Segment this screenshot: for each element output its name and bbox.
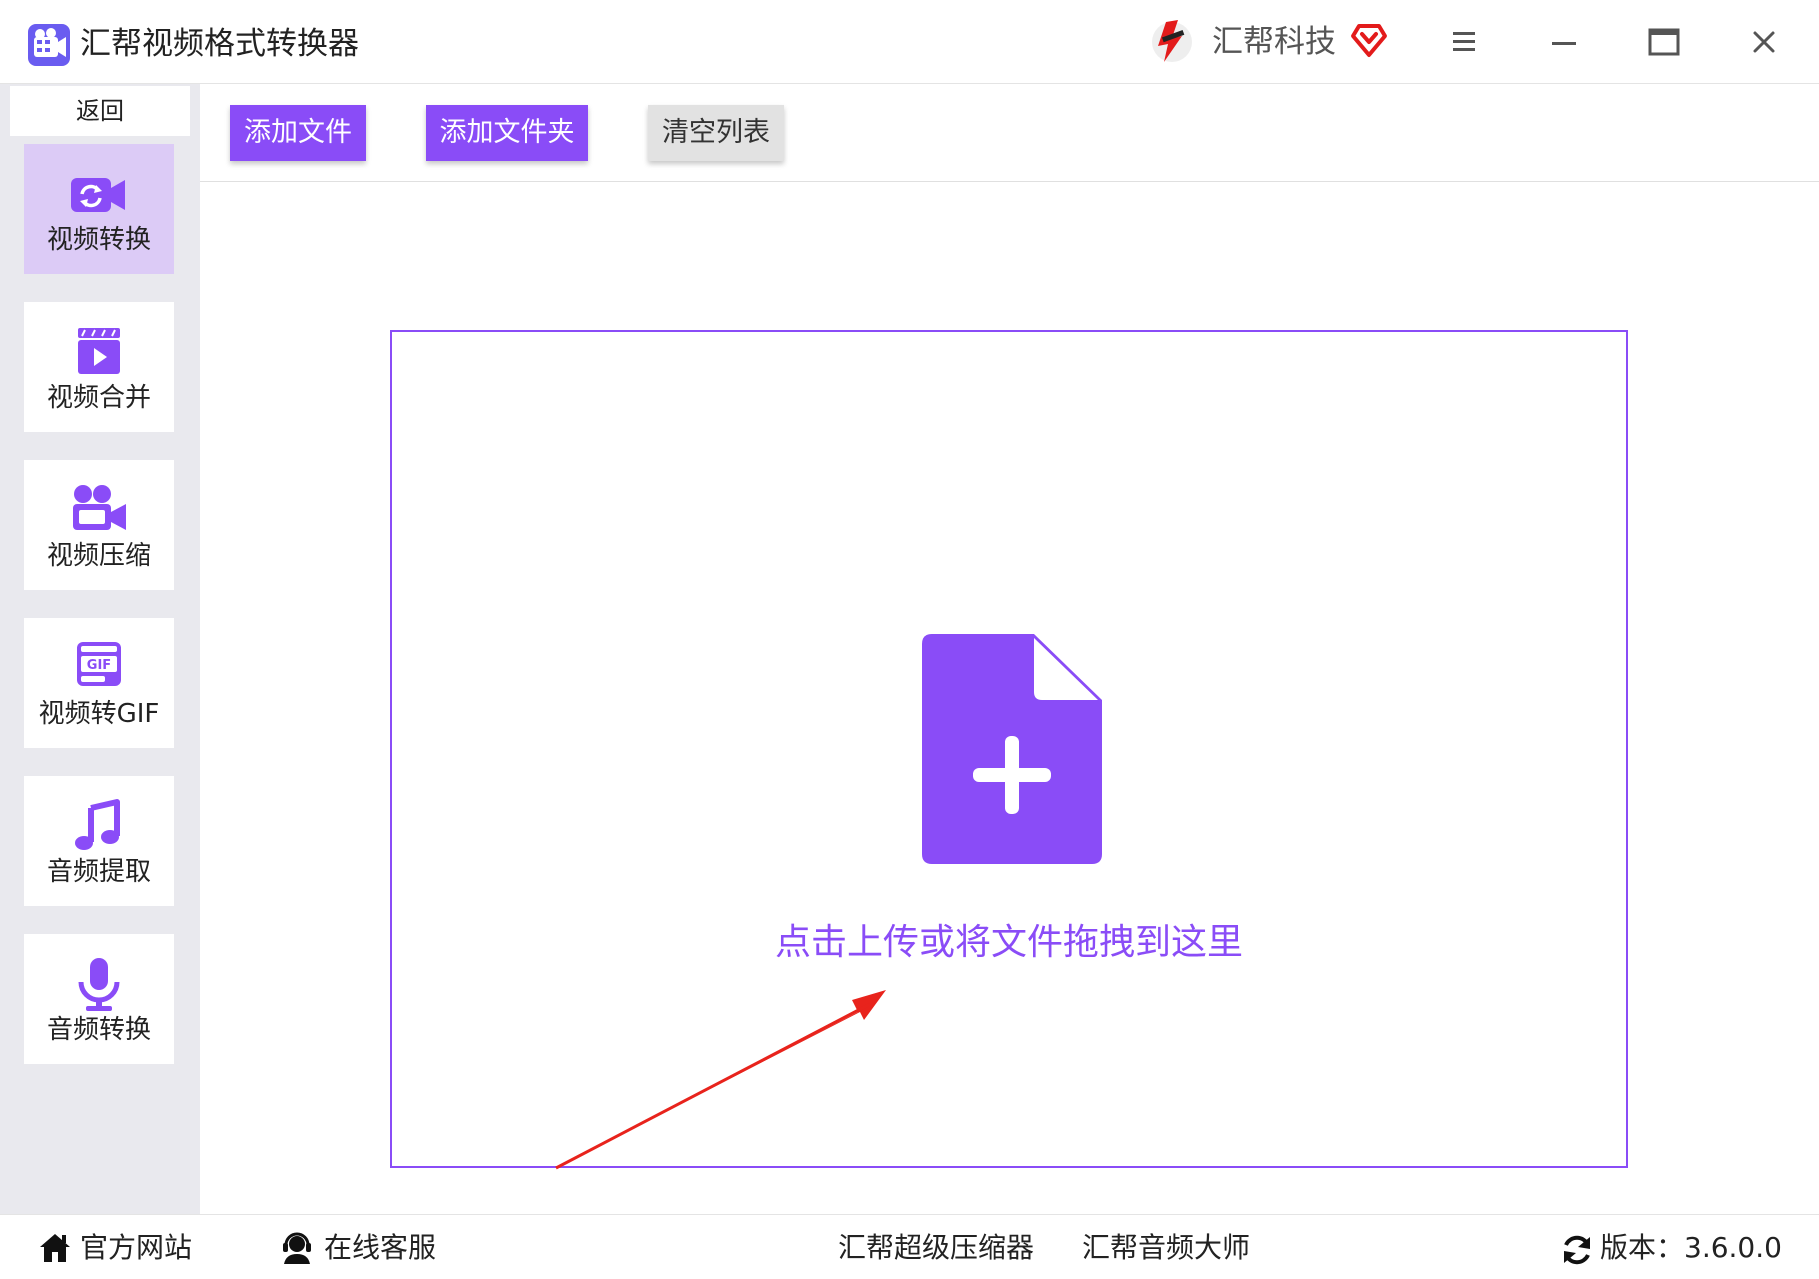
sidebar: 返回 视频转换 视频合并 视频压缩 GIF 视频转GIF 音频提取 音频转换 (0, 84, 200, 1214)
add-file-button[interactable]: 添加文件 (230, 105, 366, 161)
microphone-icon (78, 958, 120, 1011)
official-website-link[interactable]: 官方网站 (80, 1215, 192, 1279)
file-drop-zone[interactable]: 点击上传或将文件拖拽到这里 (390, 330, 1628, 1170)
compressor-product-link[interactable]: 汇帮超级压缩器 (838, 1215, 1034, 1279)
music-note-icon (75, 799, 120, 850)
sidebar-item-label: 音频转换 (46, 1015, 151, 1045)
sidebar-item-video-to-gif[interactable]: GIF 视频转GIF (24, 618, 174, 748)
add-folder-button[interactable]: 添加文件夹 (426, 105, 588, 161)
title-bar: 汇帮视频格式转换器 汇帮科技 (0, 0, 1819, 84)
menu-icon[interactable] (1444, 22, 1484, 62)
minimize-icon[interactable] (1544, 22, 1584, 62)
app-window: 汇帮视频格式转换器 汇帮科技 返回 视频转换 视频合并 视频压缩 GIF 视频转… (0, 0, 1819, 1279)
online-support-link[interactable]: 在线客服 (324, 1215, 436, 1279)
vip-heart-icon[interactable] (1350, 22, 1388, 58)
sidebar-item-video-merge[interactable]: 视频合并 (24, 302, 174, 432)
sidebar-item-audio-extract[interactable]: 音频提取 (24, 776, 174, 906)
sidebar-item-label: 视频压缩 (46, 541, 151, 571)
sidebar-item-video-compress[interactable]: 视频压缩 (24, 460, 174, 590)
svg-text:GIF: GIF (87, 658, 111, 673)
gif-icon: GIF (77, 642, 121, 686)
back-button[interactable]: 返回 (10, 86, 190, 136)
close-icon[interactable] (1744, 22, 1784, 62)
sidebar-item-label: 视频转GIF (38, 699, 160, 729)
maximize-icon[interactable] (1644, 22, 1684, 62)
sidebar-item-video-convert[interactable]: 视频转换 (24, 144, 174, 274)
main-area: 点击上传或将文件拖拽到这里 (200, 182, 1819, 1214)
video-compress-icon (73, 485, 126, 530)
brand-name: 汇帮科技 (1212, 24, 1336, 60)
footer-bar: 官方网站 在线客服 汇帮超级压缩器 汇帮音频大师 版本：3.6.0.0 (0, 1214, 1819, 1279)
version-label: 版本：3.6.0.0 (1600, 1231, 1782, 1264)
sidebar-item-audio-convert[interactable]: 音频转换 (24, 934, 174, 1064)
app-logo-icon (28, 24, 70, 66)
brand-logo-icon (1152, 20, 1192, 62)
refresh-icon[interactable] (1560, 1233, 1594, 1267)
app-title: 汇帮视频格式转换器 (80, 26, 359, 62)
sidebar-item-label: 视频转换 (46, 225, 151, 255)
sidebar-item-label: 音频提取 (46, 857, 151, 887)
customer-service-icon (283, 1232, 311, 1264)
clear-list-button[interactable]: 清空列表 (648, 105, 784, 161)
video-merge-icon (78, 328, 120, 374)
video-convert-icon (71, 178, 125, 212)
audio-master-product-link[interactable]: 汇帮音频大师 (1082, 1215, 1250, 1279)
file-add-icon (922, 634, 1102, 864)
annotation-arrow-icon (555, 990, 886, 1170)
toolbar: 添加文件 添加文件夹 清空列表 (200, 84, 1819, 182)
sidebar-item-label: 视频合并 (46, 383, 151, 413)
home-icon (40, 1234, 70, 1262)
